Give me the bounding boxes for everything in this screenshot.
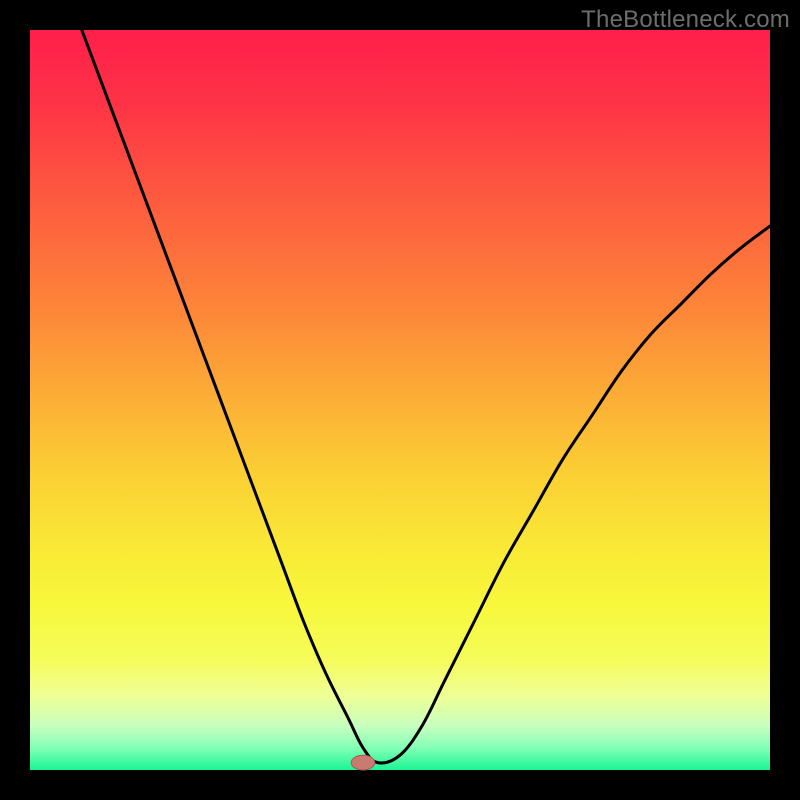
- chart-canvas: [0, 0, 800, 800]
- optimum-marker: [351, 755, 375, 770]
- bottleneck-chart: [0, 0, 800, 800]
- plot-area: [30, 30, 770, 770]
